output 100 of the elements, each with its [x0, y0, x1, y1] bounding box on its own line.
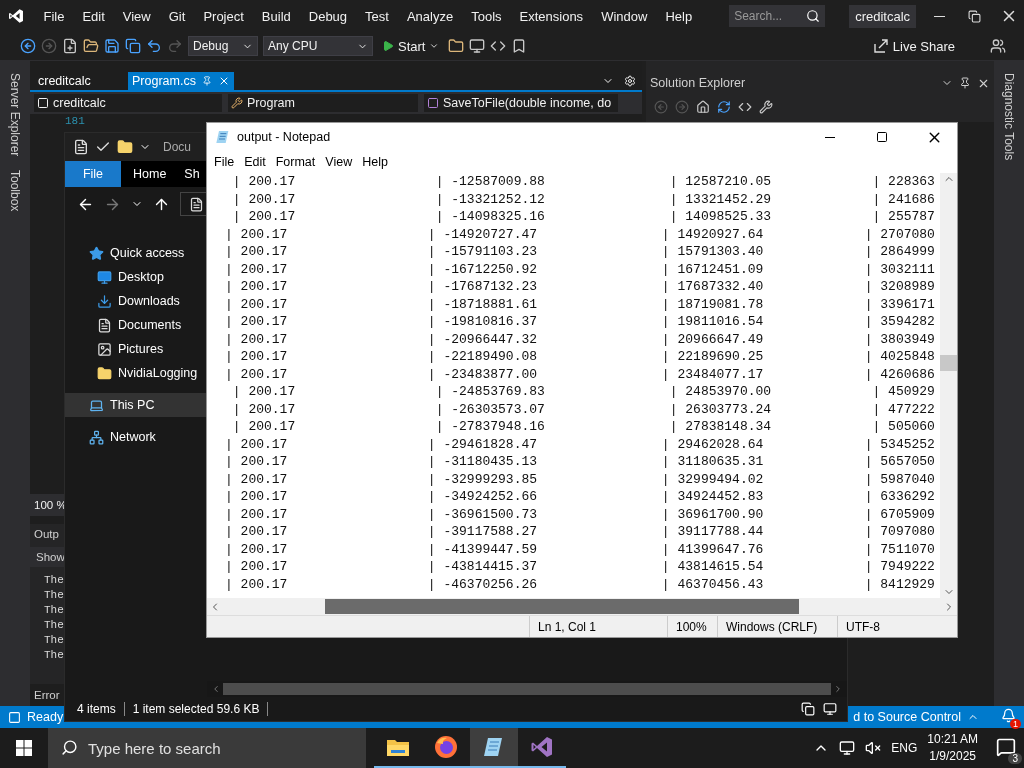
text-line: | 200.17 | -31180435.13 | 31180635.31 | 5657050	[225, 453, 936, 471]
side-tab[interactable]: Toolbox	[8, 170, 22, 212]
platform-dropdown[interactable]: Any CPU	[263, 36, 373, 56]
side-tab[interactable]: Server Explorer	[8, 73, 22, 157]
output-line: The	[44, 648, 64, 663]
undo-icon[interactable]	[146, 38, 162, 54]
menu-item[interactable]: Build	[254, 8, 298, 24]
horizontal-scrollbar[interactable]	[207, 598, 957, 615]
text-line: | 200.17 | -16712250.92 | 16712451.09 | 3032111	[225, 260, 936, 278]
ribbon-tab[interactable]: Sh	[178, 161, 206, 187]
live-share-button[interactable]: Live Share	[866, 37, 961, 55]
menu-item[interactable]: Help	[658, 8, 700, 24]
configuration-dropdown[interactable]: Debug	[188, 36, 258, 56]
menu-item[interactable]: File	[209, 155, 240, 169]
nav-item[interactable]: Desktop	[65, 265, 207, 289]
open-icon[interactable]	[83, 38, 99, 54]
monitor-icon[interactable]	[469, 38, 486, 54]
settings-icon[interactable]	[624, 75, 636, 87]
nav-item-label: Desktop	[118, 270, 164, 284]
text-line: | 200.17 | -20966447.32 | 20966647.49 | 3803949	[225, 330, 936, 348]
firefox-icon	[434, 735, 458, 759]
notification-icon[interactable]	[1001, 708, 1016, 723]
vertical-scrollbar[interactable]	[940, 173, 957, 598]
text-line: | 200.17 | -15791103.23 | 15791303.40 | 2864999	[225, 243, 936, 261]
scroll-thumb[interactable]	[940, 355, 957, 371]
solution-name: creditcalc	[849, 4, 917, 28]
menu-item[interactable]: File	[36, 8, 72, 24]
side-tab[interactable]: Diagnostic Tools	[1002, 73, 1016, 161]
item-count: 4 items	[77, 702, 116, 716]
nav-item[interactable]: Downloads	[65, 289, 207, 313]
new-item-icon[interactable]	[62, 38, 78, 54]
menu-item[interactable]: Edit	[239, 155, 271, 169]
new-folder-icon[interactable]	[117, 139, 133, 155]
nav-item[interactable]: Network	[65, 425, 207, 449]
people-icon[interactable]	[990, 38, 1006, 54]
preview-view-icon[interactable]	[823, 702, 837, 716]
text-line: | 200.17 | -19810816.37 | 19811016.54 | 3594282	[225, 313, 936, 331]
star-icon	[89, 245, 104, 261]
search-icon	[61, 739, 78, 756]
back-icon[interactable]	[20, 38, 36, 54]
details-view-icon[interactable]	[801, 702, 815, 716]
menu-item[interactable]: Debug	[301, 8, 355, 24]
code-icon[interactable]	[490, 38, 507, 54]
language-indicator[interactable]: ENG	[891, 741, 918, 755]
text-line: | 200.17 | -14098325.16 | 14098525.33 | 255787	[231, 208, 936, 226]
clock[interactable]: 10:21 AM 1/9/2025	[927, 731, 978, 765]
panel-tab[interactable]: Error	[30, 684, 64, 706]
folder-icon[interactable]	[448, 38, 465, 54]
menu-item[interactable]: View	[115, 8, 158, 24]
ribbon-tab[interactable]: File	[65, 161, 121, 187]
document-tab[interactable]: creditcalc	[34, 72, 126, 90]
code-icon[interactable]	[738, 100, 752, 114]
volume-muted-icon[interactable]	[865, 740, 882, 756]
home-icon[interactable]	[696, 100, 710, 114]
line-ending: Windows (CRLF)	[717, 616, 837, 637]
scroll-thumb[interactable]	[325, 599, 799, 614]
text-line: | 200.17 | -34924252.66 | 34924452.83 | 6336292	[225, 488, 936, 506]
menu-item[interactable]: Edit	[75, 8, 112, 24]
nav-item[interactable]: This PC	[65, 393, 207, 417]
text-line: | 200.17 | -24853769.83 | 24853970.00 | 450929	[231, 383, 936, 401]
cursor-position: Ln 1, Col 1	[529, 616, 667, 637]
menu-item[interactable]: Window	[594, 8, 655, 24]
nav-item-label: Network	[110, 430, 156, 444]
pin-icon[interactable]	[959, 77, 971, 89]
menu-item[interactable]: Extensions	[512, 8, 591, 24]
search-field[interactable]: Search...	[729, 5, 826, 27]
menu-item[interactable]: Format	[270, 155, 321, 169]
selection-info: 1 item selected 59.6 KB	[132, 702, 260, 716]
member-dropdown[interactable]: SaveToFile(double income, do	[424, 94, 618, 112]
refresh-icon[interactable]	[717, 100, 731, 114]
menu-item[interactable]: Project	[196, 8, 251, 24]
ribbon-tab[interactable]: Home	[127, 161, 173, 187]
line-number: 181	[65, 115, 85, 127]
menu-item[interactable]: View	[320, 155, 358, 169]
document-tab[interactable]: Program.cs	[128, 72, 234, 90]
scroll-thumb[interactable]	[223, 683, 831, 695]
text-line: | 200.17 | -36961500.73 | 36961700.90 | 6705909	[225, 505, 936, 523]
nav-item[interactable]: Pictures	[65, 337, 207, 361]
menu-item[interactable]: Tools	[464, 8, 509, 24]
panel-title: Outp	[33, 527, 60, 542]
taskbar-search-field[interactable]: Type here to search	[48, 728, 366, 768]
source-control-button[interactable]: d to Source Control	[853, 710, 961, 724]
nav-item-label: This PC	[110, 398, 155, 412]
minimize-icon	[825, 136, 835, 138]
caret-icon	[429, 41, 440, 51]
save-icon[interactable]	[104, 38, 120, 54]
menu-item[interactable]: Help	[357, 155, 393, 169]
taskbar-app[interactable]	[470, 728, 518, 768]
nav-item[interactable]: NvidiaLogging	[65, 361, 207, 385]
menu-item[interactable]: Test	[358, 8, 396, 24]
type-dropdown[interactable]: Program	[228, 94, 418, 112]
menu-item[interactable]: Git	[161, 8, 193, 24]
output-line: The	[44, 618, 64, 633]
project-dropdown[interactable]: creditcalc	[34, 94, 222, 112]
nav-item-label: Pictures	[118, 342, 164, 356]
nav-item[interactable]: Documents	[65, 313, 207, 337]
nav-item-label: NvidiaLogging	[118, 366, 198, 380]
start-button[interactable]: Start	[378, 38, 444, 54]
nav-item[interactable]: Quick access	[65, 241, 207, 265]
menu-item[interactable]: Analyze	[399, 8, 461, 24]
